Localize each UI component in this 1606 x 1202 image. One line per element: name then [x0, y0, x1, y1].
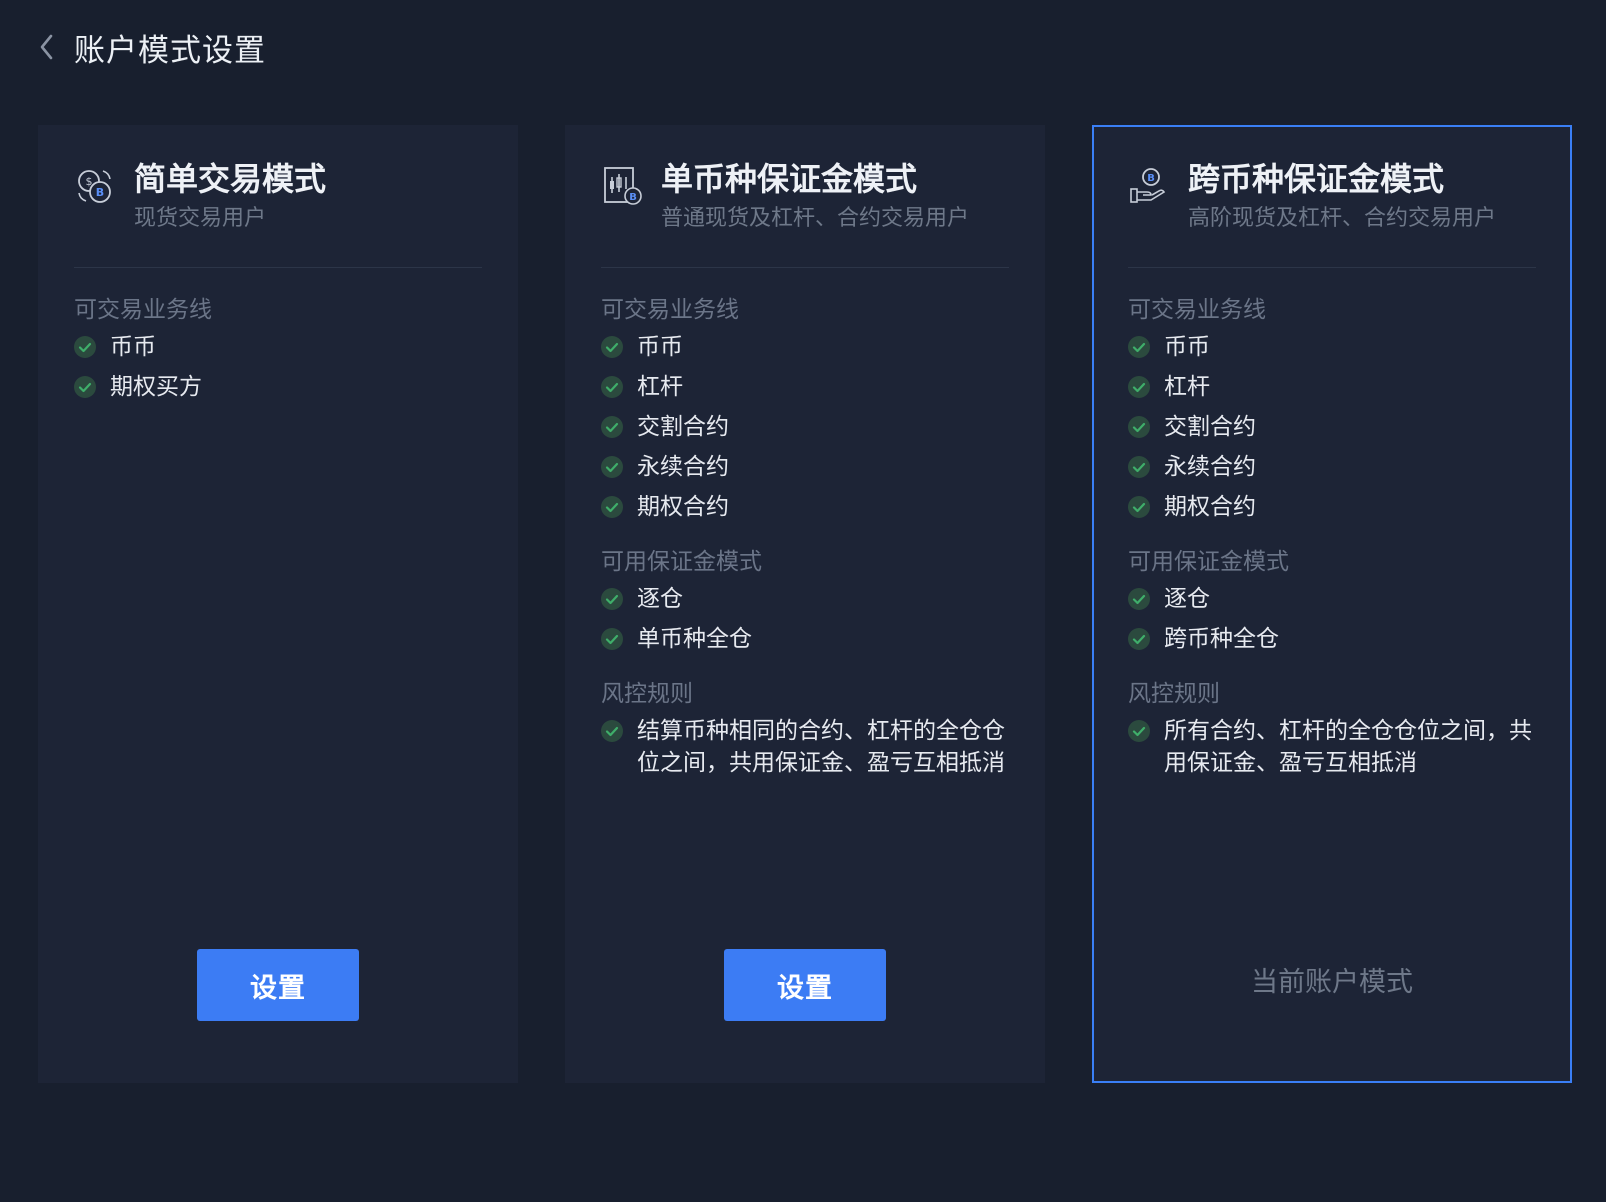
check-circle-icon — [74, 336, 96, 358]
feature-item: 杠杆 — [1128, 371, 1540, 403]
check-circle-icon — [74, 376, 96, 398]
feature-item: 币币 — [74, 331, 486, 363]
section-margin-modes: 可用保证金模式 逐仓 单币种全仓 — [601, 545, 1013, 655]
page-header: 账户模式设置 — [30, 22, 266, 72]
check-circle-icon — [1128, 588, 1150, 610]
svg-text:B: B — [96, 186, 104, 199]
current-mode-label: 当前账户模式 — [1251, 967, 1413, 998]
multi-currency-margin-hand-icon: B — [1130, 168, 1166, 203]
feature-item: 交割合约 — [1128, 411, 1540, 443]
check-circle-icon — [601, 336, 623, 358]
feature-item: 逐仓 — [1128, 583, 1540, 615]
section-trading-lines: 可交易业务线 币币 杠杆 交割合约 永续合约 期权合约 — [1128, 293, 1540, 523]
page-title: 账户模式设置 — [74, 32, 266, 69]
check-circle-icon — [1128, 496, 1150, 518]
section-title: 可用保证金模式 — [1128, 549, 1289, 575]
card-header: $ B 简单交易模式 现货交易用户 — [74, 157, 482, 235]
feature-label: 所有合约、杠杆的全仓仓位之间，共用保证金、盈亏互相抵消 — [1164, 718, 1532, 776]
feature-label: 逐仓 — [637, 586, 683, 612]
back-button[interactable] — [30, 30, 64, 64]
card-title: 跨币种保证金模式 — [1188, 160, 1445, 198]
check-circle-icon — [601, 416, 623, 438]
feature-item: 单币种全仓 — [601, 623, 1013, 655]
divider — [74, 267, 482, 268]
card-title: 单币种保证金模式 — [661, 160, 918, 198]
check-circle-icon — [1128, 416, 1150, 438]
check-circle-icon — [1128, 628, 1150, 650]
mode-card-multi-currency: B 跨币种保证金模式 高阶现货及杠杆、合约交易用户 可交易业务线 币币 杠杆 交… — [1092, 125, 1572, 1083]
check-circle-icon — [601, 376, 623, 398]
feature-item: 币币 — [1128, 331, 1540, 363]
feature-label: 币币 — [637, 334, 683, 360]
feature-item: 永续合约 — [601, 451, 1013, 483]
svg-text:B: B — [629, 192, 637, 203]
mode-card-simple: $ B 简单交易模式 现货交易用户 可交易业务线 币币 期权买方 设置 — [38, 125, 518, 1083]
feature-label: 结算币种相同的合约、杠杆的全仓仓位之间，共用保证金、盈亏互相抵消 — [637, 718, 1005, 776]
feature-label: 单币种全仓 — [637, 626, 752, 652]
feature-label: 币币 — [110, 334, 156, 360]
card-body: 可交易业务线 币币 期权买方 — [74, 293, 486, 425]
set-single-currency-mode-button[interactable]: 设置 — [724, 949, 886, 1021]
section-risk-rules: 风控规则 所有合约、杠杆的全仓仓位之间，共用保证金、盈亏互相抵消 — [1128, 677, 1540, 779]
feature-item: 交割合约 — [601, 411, 1013, 443]
svg-text:B: B — [1147, 173, 1155, 184]
feature-item: 期权合约 — [1128, 491, 1540, 523]
feature-label: 交割合约 — [637, 414, 729, 440]
feature-label: 永续合约 — [637, 454, 729, 480]
chevron-left-icon — [40, 34, 53, 60]
section-risk-rules: 风控规则 结算币种相同的合约、杠杆的全仓仓位之间，共用保证金、盈亏互相抵消 — [601, 677, 1013, 779]
feature-label: 期权买方 — [110, 374, 202, 400]
check-circle-icon — [1128, 336, 1150, 358]
feature-item: 永续合约 — [1128, 451, 1540, 483]
divider — [1128, 267, 1536, 268]
section-title: 可交易业务线 — [1128, 297, 1266, 323]
check-circle-icon — [601, 720, 623, 742]
section-margin-modes: 可用保证金模式 逐仓 跨币种全仓 — [1128, 545, 1540, 655]
check-circle-icon — [1128, 376, 1150, 398]
section-trading-lines: 可交易业务线 币币 期权买方 — [74, 293, 486, 403]
feature-label: 交割合约 — [1164, 414, 1256, 440]
check-circle-icon — [1128, 456, 1150, 478]
card-title: 简单交易模式 — [134, 160, 327, 198]
feature-label: 杠杆 — [637, 374, 683, 400]
check-circle-icon — [1128, 720, 1150, 742]
check-circle-icon — [601, 588, 623, 610]
section-trading-lines: 可交易业务线 币币 杠杆 交割合约 永续合约 期权合约 — [601, 293, 1013, 523]
card-body: 可交易业务线 币币 杠杆 交割合约 永续合约 期权合约 可 — [601, 293, 1013, 801]
feature-item: 杠杆 — [601, 371, 1013, 403]
card-subtitle: 高阶现货及杠杆、合约交易用户 — [1188, 206, 1497, 231]
feature-label: 期权合约 — [637, 494, 729, 520]
feature-item: 期权买方 — [74, 371, 486, 403]
section-title: 可用保证金模式 — [601, 549, 762, 575]
card-header: B 单币种保证金模式 普通现货及杠杆、合约交易用户 — [601, 157, 1009, 235]
feature-label: 永续合约 — [1164, 454, 1256, 480]
section-title: 可交易业务线 — [601, 297, 739, 323]
card-header: B 跨币种保证金模式 高阶现货及杠杆、合约交易用户 — [1128, 157, 1536, 235]
feature-item: 结算币种相同的合约、杠杆的全仓仓位之间，共用保证金、盈亏互相抵消 — [601, 715, 1013, 779]
check-circle-icon — [601, 456, 623, 478]
feature-item: 逐仓 — [601, 583, 1013, 615]
card-subtitle: 现货交易用户 — [134, 206, 267, 231]
feature-label: 期权合约 — [1164, 494, 1256, 520]
section-title: 风控规则 — [601, 681, 693, 707]
section-title: 风控规则 — [1128, 681, 1220, 707]
simple-trade-coins-icon: $ B — [78, 170, 111, 203]
check-circle-icon — [601, 628, 623, 650]
section-title: 可交易业务线 — [74, 297, 212, 323]
check-circle-icon — [601, 496, 623, 518]
feature-label: 逐仓 — [1164, 586, 1210, 612]
feature-label: 跨币种全仓 — [1164, 626, 1279, 652]
card-subtitle: 普通现货及杠杆、合约交易用户 — [661, 206, 970, 231]
feature-label: 杠杆 — [1164, 374, 1210, 400]
single-currency-margin-chart-icon: B — [604, 167, 642, 205]
set-simple-mode-button[interactable]: 设置 — [197, 949, 359, 1021]
feature-item: 所有合约、杠杆的全仓仓位之间，共用保证金、盈亏互相抵消 — [1128, 715, 1540, 779]
card-body: 可交易业务线 币币 杠杆 交割合约 永续合约 期权合约 可 — [1128, 293, 1540, 801]
mode-card-single-currency: B 单币种保证金模式 普通现货及杠杆、合约交易用户 可交易业务线 币币 杠杆 交… — [565, 125, 1045, 1083]
divider — [601, 267, 1009, 268]
feature-item: 币币 — [601, 331, 1013, 363]
feature-label: 币币 — [1164, 334, 1210, 360]
feature-item: 期权合约 — [601, 491, 1013, 523]
feature-item: 跨币种全仓 — [1128, 623, 1540, 655]
